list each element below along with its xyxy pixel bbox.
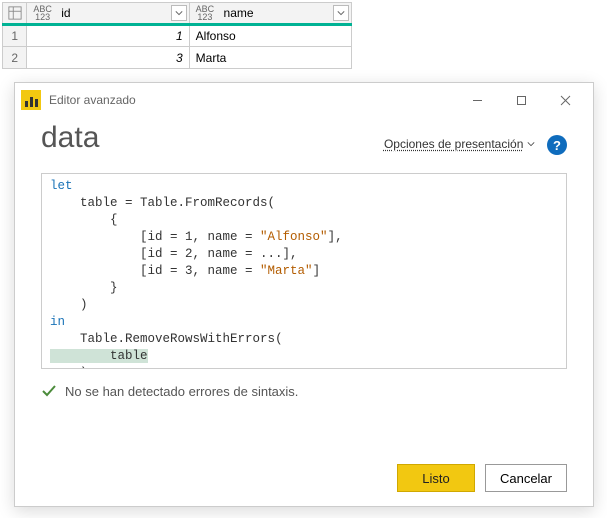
powerbi-icon xyxy=(21,90,41,110)
any-type-icon: ABC 123 xyxy=(27,5,56,21)
minimize-button[interactable] xyxy=(455,85,499,115)
cell-id[interactable]: 1 xyxy=(27,25,189,47)
cancel-button[interactable]: Cancelar xyxy=(485,464,567,492)
checkmark-icon xyxy=(41,383,57,399)
cell-name[interactable]: Marta xyxy=(189,47,351,69)
column-filter-dropdown[interactable] xyxy=(333,5,349,21)
syntax-status-text: No se han detectado errores de sintaxis. xyxy=(65,384,298,399)
column-header-id[interactable]: ABC 123 id xyxy=(27,3,189,25)
table-corner-icon[interactable] xyxy=(3,3,27,25)
table-row[interactable]: 1 1 Alfonso xyxy=(3,25,352,47)
any-type-icon: ABC 123 xyxy=(190,5,219,21)
column-name: name xyxy=(222,6,254,20)
done-button[interactable]: Listo xyxy=(397,464,475,492)
table-row[interactable]: 2 3 Marta xyxy=(3,47,352,69)
syntax-status: No se han detectado errores de sintaxis. xyxy=(41,383,567,399)
column-name: id xyxy=(59,6,70,20)
close-button[interactable] xyxy=(543,85,587,115)
dialog-title-text: Editor avanzado xyxy=(49,93,136,107)
advanced-editor-dialog: Editor avanzado data Opciones de present… xyxy=(14,82,594,507)
cell-name[interactable]: Alfonso xyxy=(189,25,351,47)
column-header-name[interactable]: ABC 123 name xyxy=(189,3,351,25)
code-editor[interactable]: let table = Table.FromRecords( { [id = 1… xyxy=(41,173,567,369)
row-index: 2 xyxy=(3,47,27,69)
cell-id[interactable]: 3 xyxy=(27,47,189,69)
help-icon[interactable]: ? xyxy=(547,135,567,155)
column-filter-dropdown[interactable] xyxy=(171,5,187,21)
query-name-heading: data xyxy=(41,121,99,155)
display-options-dropdown[interactable]: Opciones de presentación xyxy=(384,137,535,151)
maximize-button[interactable] xyxy=(499,85,543,115)
dialog-titlebar[interactable]: Editor avanzado xyxy=(15,83,593,117)
data-grid[interactable]: ABC 123 id ABC 123 name 1 xyxy=(2,2,352,69)
row-index: 1 xyxy=(3,25,27,47)
